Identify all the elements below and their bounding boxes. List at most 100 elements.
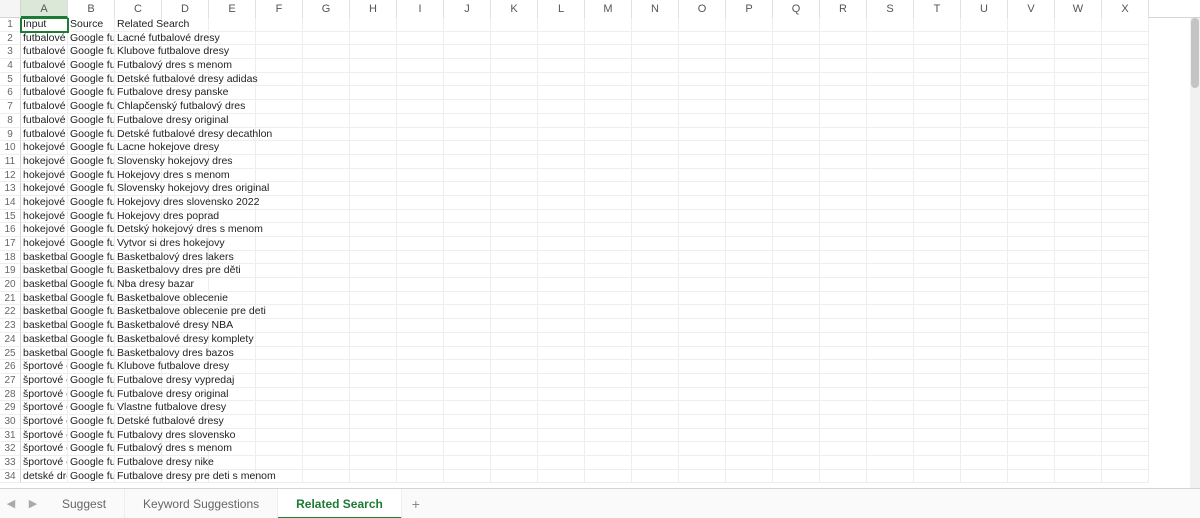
cell[interactable] [961,292,1008,306]
cell[interactable] [679,374,726,388]
cell[interactable] [679,251,726,265]
column-header-j[interactable]: J [444,0,491,18]
cell[interactable]: Detské futbalové dresy [115,415,162,429]
cell[interactable]: Google full [68,360,115,374]
select-all-corner[interactable] [0,0,21,17]
row-header[interactable]: 24 [0,333,21,347]
row-header[interactable]: 9 [0,128,21,142]
cell[interactable]: športové d [21,360,68,374]
cell[interactable] [538,388,585,402]
cell[interactable] [773,292,820,306]
cell[interactable] [867,319,914,333]
cell[interactable] [961,73,1008,87]
scrollbar-thumb[interactable] [1191,18,1199,88]
cell[interactable] [538,456,585,470]
cell[interactable] [1102,278,1149,292]
row-header[interactable]: 20 [0,278,21,292]
cell[interactable] [397,100,444,114]
column-header-r[interactable]: R [820,0,867,18]
cell[interactable] [1008,401,1055,415]
cell[interactable] [1102,388,1149,402]
cell[interactable] [820,429,867,443]
cell[interactable] [961,347,1008,361]
cell[interactable] [397,128,444,142]
cell[interactable] [773,32,820,46]
cell[interactable] [1102,86,1149,100]
cell[interactable] [585,415,632,429]
cell[interactable] [679,182,726,196]
cell[interactable] [632,141,679,155]
cell[interactable] [350,141,397,155]
cell[interactable] [961,210,1008,224]
cell[interactable] [397,182,444,196]
cell[interactable] [1102,141,1149,155]
cell[interactable] [1008,18,1055,32]
cell[interactable]: Google full [68,292,115,306]
cell[interactable] [303,347,350,361]
column-header-e[interactable]: E [209,0,256,18]
cell[interactable] [914,442,961,456]
cell[interactable] [961,415,1008,429]
cell[interactable] [538,264,585,278]
cell[interactable] [679,237,726,251]
cell[interactable]: Chlapčenský futbalový dres [115,100,162,114]
cell[interactable] [679,59,726,73]
cell[interactable] [914,305,961,319]
cell[interactable] [491,251,538,265]
cell[interactable] [961,456,1008,470]
cell[interactable] [914,45,961,59]
cell[interactable] [303,196,350,210]
cell[interactable] [632,210,679,224]
cell[interactable] [820,128,867,142]
cell[interactable]: basketbalo [21,347,68,361]
cell[interactable] [867,45,914,59]
cell[interactable] [538,100,585,114]
cell[interactable] [679,18,726,32]
cell[interactable] [1102,59,1149,73]
cell[interactable] [1008,155,1055,169]
cell[interactable] [491,114,538,128]
cell[interactable] [491,73,538,87]
cell[interactable] [303,305,350,319]
cell[interactable] [444,442,491,456]
row-header[interactable]: 5 [0,73,21,87]
cell[interactable] [397,442,444,456]
cell[interactable] [256,292,303,306]
cell[interactable] [256,388,303,402]
cell[interactable]: futbalové d [21,114,68,128]
row-header[interactable]: 33 [0,456,21,470]
cell[interactable] [1055,182,1102,196]
cell[interactable] [350,32,397,46]
cell[interactable] [350,59,397,73]
cell[interactable] [397,237,444,251]
cell[interactable] [350,114,397,128]
cell[interactable]: hokejové d [21,182,68,196]
cell[interactable]: Basketbalové dresy komplety [115,333,162,347]
cell[interactable] [303,456,350,470]
cell[interactable] [350,128,397,142]
cell[interactable] [397,59,444,73]
cell[interactable] [1055,223,1102,237]
cell[interactable] [914,73,961,87]
cell[interactable] [867,59,914,73]
cell[interactable] [632,319,679,333]
cell[interactable] [256,347,303,361]
cell[interactable] [1008,114,1055,128]
cell[interactable] [726,210,773,224]
column-header-m[interactable]: M [585,0,632,18]
cell[interactable] [538,32,585,46]
cell[interactable] [1055,415,1102,429]
cell[interactable] [585,155,632,169]
cell[interactable] [632,128,679,142]
cell[interactable] [585,210,632,224]
cell[interactable] [303,360,350,374]
cell[interactable] [1008,196,1055,210]
cell[interactable] [773,470,820,484]
cell[interactable] [914,223,961,237]
cell[interactable] [1102,73,1149,87]
row-header[interactable]: 19 [0,264,21,278]
cell[interactable] [726,333,773,347]
cell[interactable] [961,18,1008,32]
cell[interactable]: Futbalove dresy nike [115,456,162,470]
cell[interactable] [726,100,773,114]
